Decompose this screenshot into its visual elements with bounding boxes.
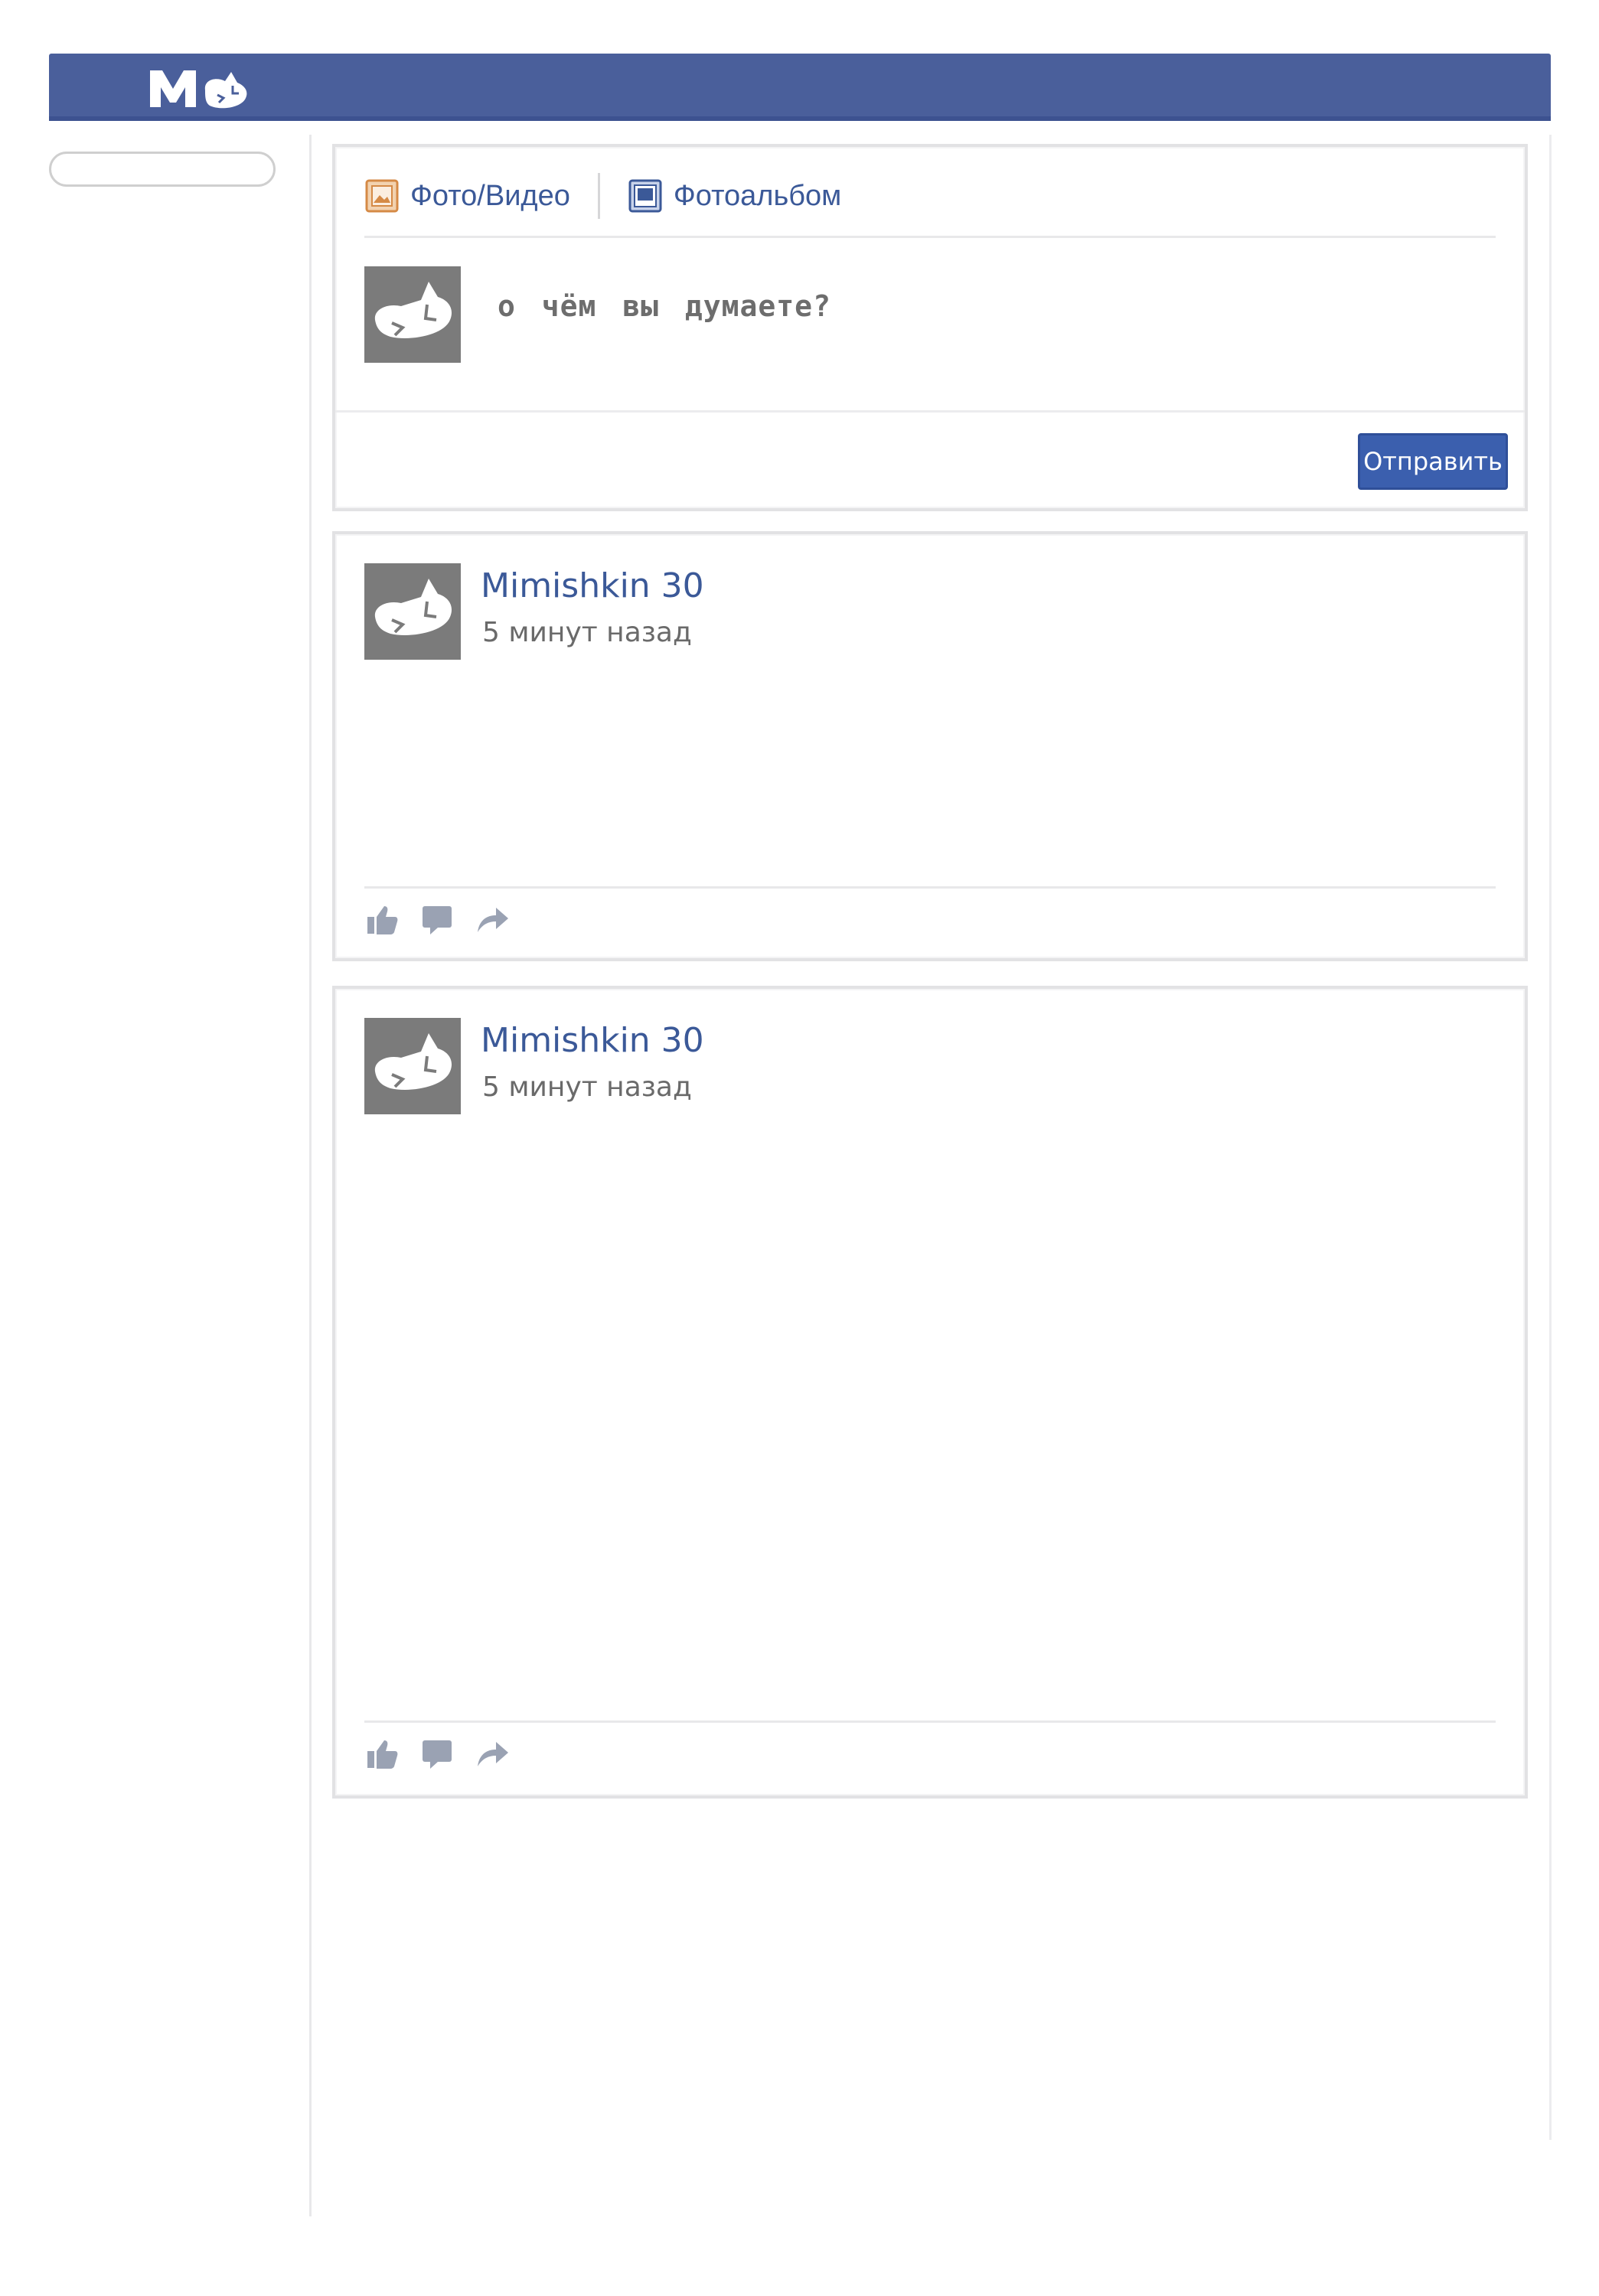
- send-button[interactable]: Отправить: [1358, 433, 1508, 490]
- tab-photo-album-label: Фотоальбом: [673, 179, 842, 212]
- post-card: Mimishkin 30 5 минут назад: [332, 986, 1528, 1799]
- cat-avatar-icon: [364, 563, 461, 660]
- post-timestamp[interactable]: 5 минут назад: [482, 617, 692, 648]
- composer-divider: [364, 236, 1496, 238]
- tab-photo-album[interactable]: Фотоальбом: [628, 178, 841, 214]
- post-card: Mimishkin 30 5 минут назад: [332, 531, 1528, 961]
- thumbs-up-icon[interactable]: [364, 1736, 400, 1771]
- post-divider: [364, 1720, 1496, 1723]
- sidebar-search-input[interactable]: [49, 152, 276, 187]
- column-divider-left: [309, 135, 312, 2216]
- composer-tabs: Фото/Видео Фотоальбом: [364, 173, 841, 219]
- tab-separator: [597, 173, 600, 219]
- column-divider-right: [1549, 135, 1552, 2140]
- post-author-link[interactable]: Mimishkin 30: [481, 1021, 704, 1060]
- post-divider: [364, 886, 1496, 889]
- post-actions: [364, 902, 510, 937]
- site-logo[interactable]: [145, 60, 260, 113]
- post-timestamp[interactable]: 5 минут назад: [482, 1071, 692, 1103]
- composer-footer-divider: [335, 410, 1525, 413]
- cat-mask-icon: [150, 70, 247, 109]
- avatar[interactable]: [364, 1018, 461, 1114]
- post-author-link[interactable]: Mimishkin 30: [481, 566, 704, 605]
- photo-video-icon: [365, 179, 399, 213]
- cat-avatar-icon: [364, 1018, 461, 1114]
- tab-photo-video[interactable]: Фото/Видео: [364, 178, 570, 214]
- thumbs-up-icon[interactable]: [364, 902, 400, 937]
- top-navigation-bar: [49, 54, 1551, 121]
- share-arrow-icon[interactable]: [475, 902, 510, 937]
- tab-photo-video-label: Фото/Видео: [410, 179, 570, 212]
- avatar[interactable]: [364, 563, 461, 660]
- comment-icon[interactable]: [419, 1736, 455, 1771]
- cat-avatar-icon: [364, 266, 461, 363]
- composer-prompt-input[interactable]: о чём вы думаете?: [498, 289, 831, 323]
- photo-album-icon: [628, 179, 662, 213]
- post-actions: [364, 1736, 510, 1771]
- comment-icon[interactable]: [419, 902, 455, 937]
- post-composer: Фото/Видео Фотоальбом о чём вы думаете? …: [332, 144, 1528, 511]
- avatar[interactable]: [364, 266, 461, 363]
- share-arrow-icon[interactable]: [475, 1736, 510, 1771]
